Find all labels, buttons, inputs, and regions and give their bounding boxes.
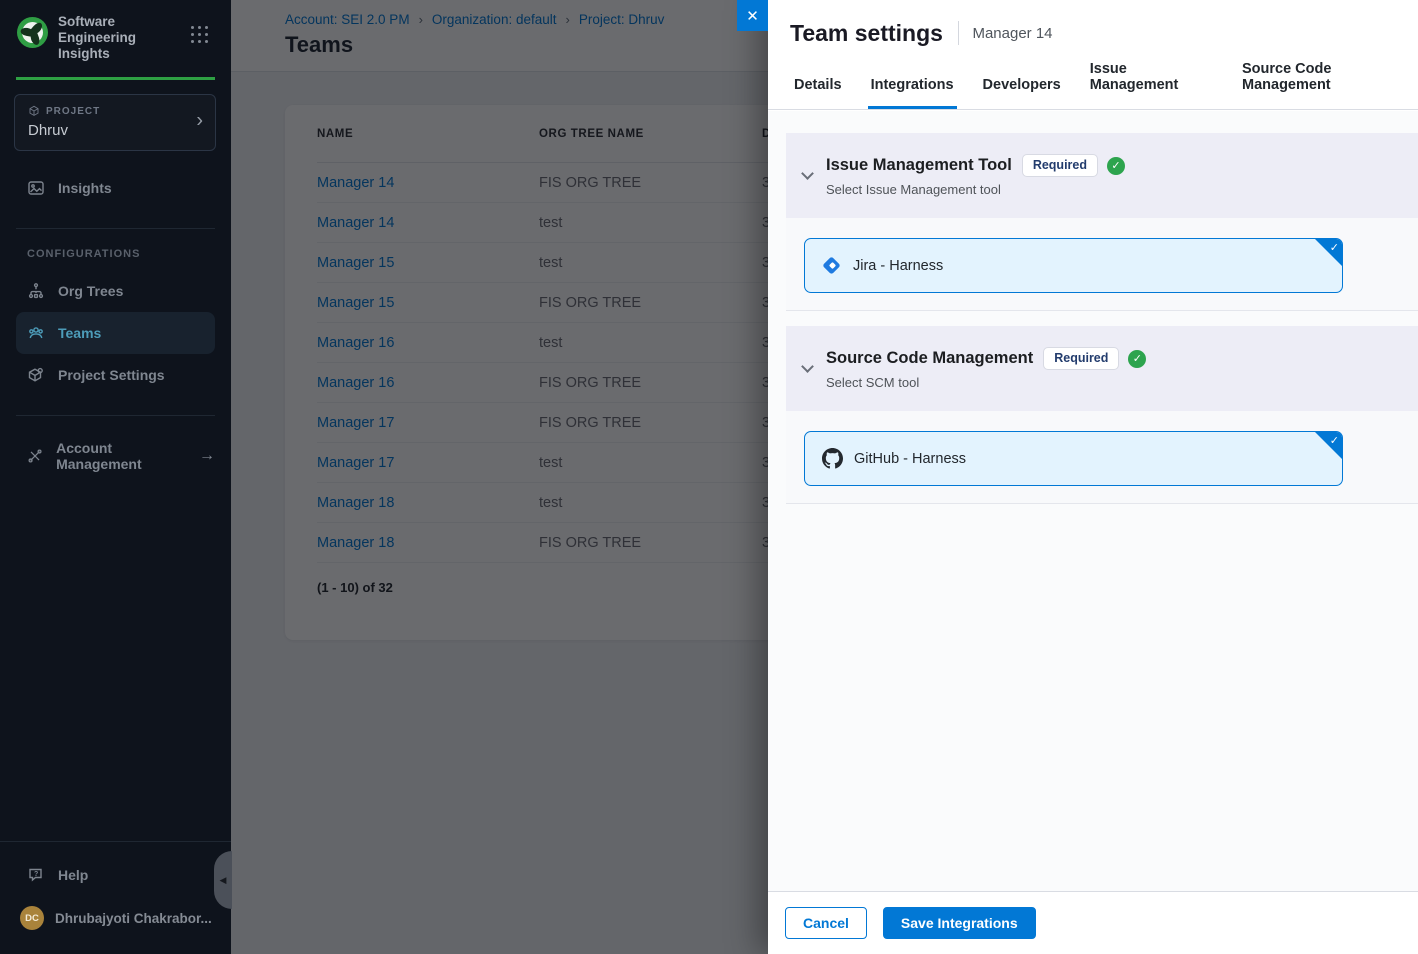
configurations-heading: CONFIGURATIONS (0, 248, 231, 270)
accordion-header-issue-management[interactable]: Issue Management Tool Required ✓ Select … (786, 133, 1418, 218)
sidebar-item-label: Insights (58, 180, 112, 196)
tab-integrations[interactable]: Integrations (868, 64, 957, 109)
integration-card-label: Jira - Harness (853, 258, 943, 274)
sidebar-item-label: Account Management (56, 440, 186, 472)
modal-overlay[interactable] (231, 0, 768, 954)
cancel-button[interactable]: Cancel (785, 907, 867, 939)
sidebar-item-account-management[interactable]: Account Management → (0, 435, 231, 477)
app-title: Software Engineering Insights (58, 14, 176, 62)
teams-icon (27, 324, 45, 342)
required-badge: Required (1022, 154, 1098, 177)
integration-card-label: GitHub - Harness (854, 451, 966, 467)
integration-card-github-harness[interactable]: GitHub - Harness ✓ (804, 431, 1343, 486)
required-badge: Required (1043, 347, 1119, 370)
team-settings-drawer: Team settings Manager 14 Details Integrat… (768, 0, 1418, 954)
avatar: DC (20, 906, 44, 930)
sidebar-item-label: Org Trees (58, 283, 123, 299)
chevron-down-icon (801, 360, 814, 373)
sidebar-item-project-settings[interactable]: Project Settings (0, 354, 231, 396)
user-name: Dhrubajyoti Chakrabor... (55, 911, 212, 926)
sidebar-item-org-trees[interactable]: Org Trees (0, 270, 231, 312)
org-tree-icon (27, 282, 45, 300)
sei-logo-icon[interactable] (17, 17, 48, 48)
project-selector-label: PROJECT (46, 106, 100, 117)
arrow-right-icon: → (199, 447, 215, 465)
section-source-code-management: Source Code Management Required ✓ Select… (786, 326, 1418, 504)
section-title: Source Code Management (826, 349, 1033, 368)
title-separator (958, 21, 960, 45)
section-subtitle: Select SCM tool (826, 375, 1146, 390)
section-subtitle: Select Issue Management tool (826, 182, 1125, 197)
help-chat-icon: ? (27, 866, 45, 884)
project-settings-icon (27, 366, 45, 384)
sidebar-item-help[interactable]: ? Help (0, 854, 231, 896)
github-logo-icon (822, 448, 843, 469)
selected-check-icon: ✓ (1330, 434, 1339, 447)
project-selector[interactable]: PROJECT Dhruv › (14, 94, 216, 151)
tab-details[interactable]: Details (791, 64, 845, 109)
selected-check-icon: ✓ (1330, 241, 1339, 254)
drawer-title: Team settings (790, 20, 943, 47)
sidebar-divider (16, 415, 215, 416)
section-issue-management-tool: Issue Management Tool Required ✓ Select … (786, 133, 1418, 311)
collapse-arrow-icon: ◀ (220, 875, 227, 886)
section-title: Issue Management Tool (826, 156, 1012, 175)
chevron-down-icon (801, 167, 814, 180)
accordion-header-scm[interactable]: Source Code Management Required ✓ Select… (786, 326, 1418, 411)
user-menu[interactable]: DC Dhrubajyoti Chakrabor... (0, 896, 231, 944)
cube-icon (28, 105, 40, 117)
jira-logo-icon (822, 256, 842, 276)
sidebar-item-teams[interactable]: Teams (16, 312, 215, 354)
sidebar-item-label: Teams (58, 325, 101, 341)
tab-source-code-management[interactable]: Source Code Management (1239, 48, 1418, 109)
save-integrations-button[interactable]: Save Integrations (883, 907, 1036, 939)
chevron-right-icon: › (196, 109, 203, 132)
tab-issue-management[interactable]: Issue Management (1087, 48, 1216, 109)
drawer-tabs: DetailsIntegrationsDevelopersIssue Manag… (768, 60, 1418, 110)
drawer-body: Issue Management Tool Required ✓ Select … (768, 111, 1418, 891)
sidebar-item-label: Project Settings (58, 367, 165, 383)
app-logo-row: Software Engineering Insights (0, 0, 231, 62)
svg-text:?: ? (34, 871, 38, 878)
complete-check-icon: ✓ (1128, 350, 1146, 368)
sidebar-item-label: Help (58, 867, 88, 883)
project-selector-value: Dhruv (28, 122, 203, 139)
sidebar-collapse-handle[interactable]: ◀ (214, 851, 232, 909)
sidebar-item-insights[interactable]: Insights (0, 167, 231, 209)
brand-divider (16, 77, 215, 80)
module-grid-icon[interactable] (191, 26, 209, 44)
sidebar-divider (16, 228, 215, 229)
section-body: Jira - Harness ✓ (786, 218, 1418, 311)
complete-check-icon: ✓ (1107, 157, 1125, 175)
drawer-subtitle: Manager 14 (972, 25, 1052, 42)
tools-icon (27, 447, 43, 465)
sidebar: Software Engineering Insights PROJECT Dh… (0, 0, 231, 954)
insights-icon (27, 179, 45, 197)
tab-developers[interactable]: Developers (980, 64, 1064, 109)
close-drawer-button[interactable]: ✕ (737, 0, 768, 31)
integration-card-jira-harness[interactable]: Jira - Harness ✓ (804, 238, 1343, 293)
drawer-footer: Cancel Save Integrations (768, 891, 1418, 954)
section-body: GitHub - Harness ✓ (786, 411, 1418, 504)
